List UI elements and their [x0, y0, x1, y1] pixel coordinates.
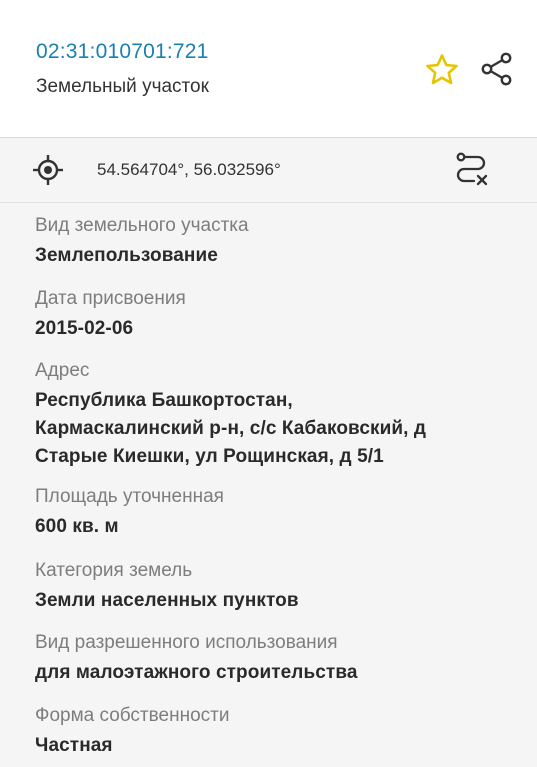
field-label: Форма собственности: [35, 705, 230, 726]
coordinates-text[interactable]: 54.564704°, 56.032596°: [97, 160, 281, 180]
field-permitted-use: Вид разрешенного использования для малоэ…: [35, 630, 515, 687]
field-label: Категория земель: [35, 560, 193, 581]
address-line: Старые Киешки, ул Рощинская, д 5/1: [35, 446, 384, 467]
field-value: 2015-02-06: [35, 318, 134, 339]
field-land-type: Вид земельного участка Землепользование: [35, 213, 515, 270]
coordinates-bar: 54.564704°, 56.032596°: [0, 138, 537, 203]
field-value: Республика Башкортостан, Кармаскалинский…: [35, 387, 515, 471]
cadastral-number[interactable]: 02:31:010701:721: [36, 40, 209, 64]
field-address: Адрес Республика Башкортостан, Кармаскал…: [35, 358, 515, 471]
object-type-label: Земельный участок: [36, 76, 209, 97]
field-assignment-date: Дата присвоения 2015-02-06: [35, 286, 515, 343]
field-value: Землепользование: [35, 245, 218, 266]
address-line: Кармаскалинский р-н, с/с Кабаковский, д: [35, 418, 427, 439]
field-value: Земли населенных пунктов: [35, 590, 299, 611]
route-clear-icon[interactable]: [452, 150, 492, 190]
field-ownership: Форма собственности Частная: [35, 703, 515, 760]
share-icon[interactable]: [478, 50, 516, 88]
crosshair-icon[interactable]: [32, 154, 64, 186]
address-line: Республика Башкортостан,: [35, 390, 293, 411]
field-value: Частная: [35, 735, 113, 756]
field-label: Вид земельного участка: [35, 215, 249, 236]
field-label: Дата присвоения: [35, 288, 186, 309]
field-land-category: Категория земель Земли населенных пункто…: [35, 558, 515, 615]
field-label: Площадь уточненная: [35, 486, 224, 507]
field-value: для малоэтажного строительства: [35, 662, 358, 683]
parcel-details: Вид земельного участка Землепользование …: [0, 203, 537, 767]
object-header: 02:31:010701:721 Земельный участок: [0, 0, 537, 138]
favorite-star-icon[interactable]: [424, 52, 460, 88]
field-area: Площадь уточненная 600 кв. м: [35, 484, 515, 541]
field-value: 600 кв. м: [35, 516, 119, 537]
field-label: Вид разрешенного использования: [35, 632, 338, 653]
field-label: Адрес: [35, 360, 90, 381]
